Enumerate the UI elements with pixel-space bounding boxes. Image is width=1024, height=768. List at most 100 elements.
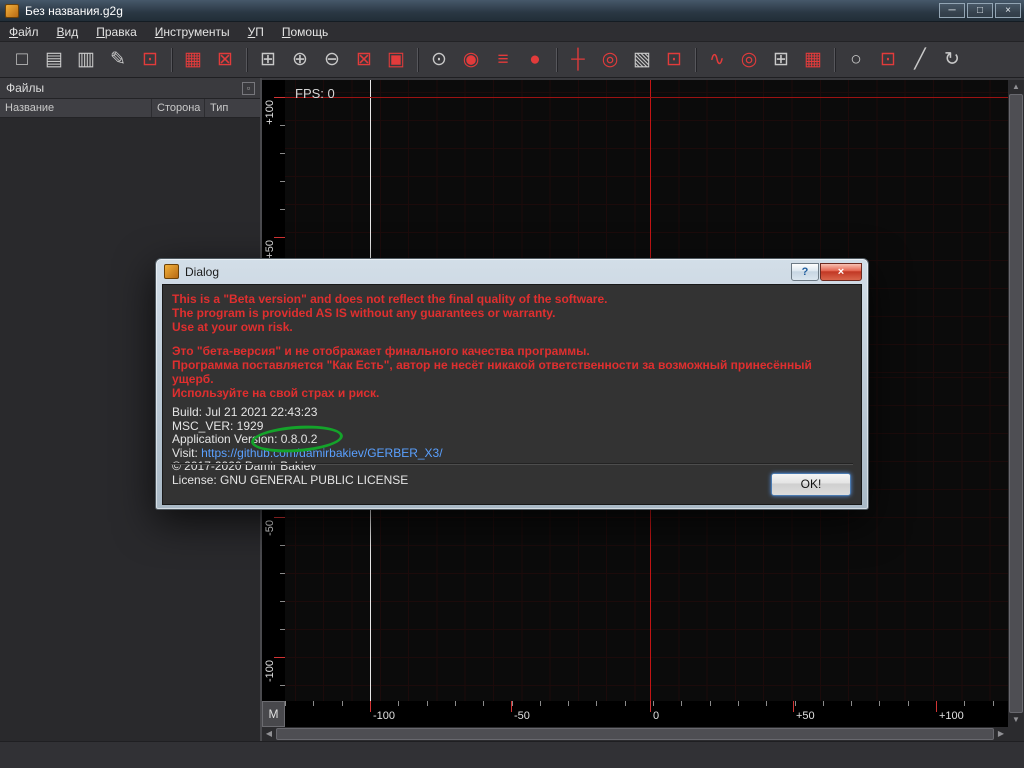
circle-tool-icon[interactable]: ○ <box>841 46 871 74</box>
beta-warning-en-line1: This is a "Beta version" and does not re… <box>172 292 608 306</box>
ruler-minor-tick <box>285 701 287 706</box>
column-header-side[interactable]: Сторона <box>152 99 205 117</box>
toolbar: □ ▤ ▥ ✎ ⊡ ▦ ⊠ ⊞ ⊕ ⊖ ⊠ ▣ ⊙ ◉ ≡ ● ┼ ◎ ▧ ⊡ ∿ ◎ ⊞ ▦ ○ ⊡ ╱ ↻ <box>0 42 1024 78</box>
menu-item-nc-program[interactable]: УП <box>239 22 273 42</box>
save-as-icon[interactable]: ✎ <box>103 46 133 74</box>
grid-icon[interactable]: ⊞ <box>766 46 796 74</box>
ruler-label: -100 <box>264 660 276 683</box>
app-version-line: Application Version: 0.8.0.2 <box>172 422 852 456</box>
column-header-type[interactable]: Тип <box>205 99 260 117</box>
titlebar[interactable]: Без названия.g2g ─ □ × <box>0 0 1024 22</box>
ruler-major-tick <box>793 701 794 712</box>
ruler-label: -50 <box>264 520 276 536</box>
minimize-button[interactable]: ─ <box>939 3 965 18</box>
zoom-in-icon[interactable]: ⊕ <box>285 46 315 74</box>
zoom-100-icon[interactable]: ⊠ <box>349 46 379 74</box>
scroll-down-icon[interactable]: ▼ <box>1008 713 1024 727</box>
dialog-titlebar[interactable]: Dialog ? × <box>162 259 862 284</box>
ruler-minor-tick <box>653 701 654 706</box>
zoom-fit-icon[interactable]: ⊞ <box>253 46 283 74</box>
menu-item-file[interactable]: Файл <box>0 22 48 42</box>
close-file-icon[interactable]: ⊡ <box>135 46 165 74</box>
pocket-icon[interactable]: ⊡ <box>659 46 689 74</box>
open-file-icon[interactable]: ▤ <box>39 46 69 74</box>
snap-icon[interactable]: ⊙ <box>424 46 454 74</box>
dialog-help-button[interactable]: ? <box>791 262 819 281</box>
ruler-major-tick <box>274 97 285 98</box>
new-file-icon[interactable]: □ <box>7 46 37 74</box>
files-panel-header[interactable]: Файлы ▫ <box>0 78 260 99</box>
panel-float-icon[interactable]: ▫ <box>242 81 255 95</box>
ruler-minor-tick <box>851 701 853 706</box>
close-button[interactable]: × <box>995 3 1021 18</box>
ruler-minor-tick <box>313 701 315 706</box>
drill-icon[interactable]: ◎ <box>595 46 625 74</box>
rect-tool-icon[interactable]: ⊡ <box>873 46 903 74</box>
menu-item-view[interactable]: Вид <box>48 22 88 42</box>
beta-warning-en-line3: Use at your own risk. <box>172 320 293 334</box>
line-tool-icon[interactable]: ╱ <box>905 46 935 74</box>
toolbar-separator <box>171 47 172 72</box>
window-title: Без названия.g2g <box>25 3 123 18</box>
ruler-minor-tick <box>964 701 966 706</box>
ruler-minor-tick <box>454 701 456 706</box>
statusbar <box>0 741 1024 768</box>
ruler-major-tick <box>274 517 285 518</box>
vertical-scrollbar-thumb[interactable] <box>1009 94 1023 713</box>
profile-icon[interactable]: ∿ <box>702 46 732 74</box>
ruler-major-tick <box>936 701 937 712</box>
app-version-value: 0.8.0.2 <box>249 422 344 456</box>
scrollbar-corner <box>1008 727 1024 741</box>
license-line: License: GNU GENERAL PUBLIC LICENSE <box>172 472 409 487</box>
visit-line: Visit: https://github.com/damirbakiev/GE… <box>172 446 852 461</box>
menu-item-tools[interactable]: Инструменты <box>146 22 239 42</box>
ruler-label: +100 <box>264 100 276 125</box>
scroll-left-icon[interactable]: ◀ <box>262 727 276 741</box>
dialog-content: This is a "Beta version" and does not re… <box>162 284 862 505</box>
horizontal-scrollbar-thumb[interactable] <box>276 728 994 740</box>
toolbar-separator <box>834 47 835 72</box>
voronoi-icon[interactable]: ◎ <box>734 46 764 74</box>
ruler-minor-tick <box>709 701 711 706</box>
toolbar-separator <box>417 47 418 72</box>
run-icon[interactable]: ◉ <box>456 46 486 74</box>
ruler-label: 0 <box>653 710 660 722</box>
units-toggle-button[interactable]: M <box>262 701 285 727</box>
export-icon[interactable]: ⊠ <box>210 46 240 74</box>
maximize-button[interactable]: □ <box>967 3 993 18</box>
zoom-selected-icon[interactable]: ▣ <box>381 46 411 74</box>
vertical-scrollbar[interactable]: ▲ ▼ <box>1008 80 1024 727</box>
beta-warning-ru-line2: Программа поставляется "Как Есть", автор… <box>172 358 812 386</box>
toolbar-separator <box>695 47 696 72</box>
dialog-title: Dialog <box>185 264 220 279</box>
ruler-minor-tick <box>992 701 994 706</box>
toolbar-separator <box>556 47 557 72</box>
ruler-minor-tick <box>737 701 739 706</box>
column-header-name[interactable]: Название <box>0 99 152 117</box>
ruler-label: +50 <box>264 240 276 259</box>
zoom-out-icon[interactable]: ⊖ <box>317 46 347 74</box>
scroll-right-icon[interactable]: ▶ <box>994 727 1008 741</box>
matrix-icon[interactable]: ▦ <box>798 46 828 74</box>
ok-button[interactable]: OK! <box>771 473 851 496</box>
print-icon[interactable]: ▦ <box>178 46 208 74</box>
rotate-icon[interactable]: ↻ <box>937 46 967 74</box>
about-dialog: Dialog ? × This is a "Beta version" and … <box>155 258 869 510</box>
report-icon[interactable]: ≡ <box>488 46 518 74</box>
files-panel-title: Файлы <box>6 81 45 95</box>
dialog-close-button[interactable]: × <box>820 262 862 281</box>
ruler-minor-tick <box>879 701 881 706</box>
ruler-label: +50 <box>796 710 815 722</box>
menu-item-help[interactable]: Помощь <box>273 22 337 42</box>
menu-item-edit[interactable]: Правка <box>87 22 146 42</box>
board-icon[interactable]: ▧ <box>627 46 657 74</box>
ruler-major-tick <box>370 701 371 712</box>
fps-counter: FPS: 0 <box>295 86 335 101</box>
thermal-icon[interactable]: ● <box>520 46 550 74</box>
save-icon[interactable]: ▥ <box>71 46 101 74</box>
scroll-up-icon[interactable]: ▲ <box>1008 80 1024 94</box>
github-link[interactable]: https://github.com/damirbakiev/GERBER_X3… <box>201 446 442 460</box>
horizontal-scrollbar[interactable]: ◀ ▶ <box>262 727 1008 741</box>
crosshair-icon[interactable]: ┼ <box>563 46 593 74</box>
ruler-label: +100 <box>939 710 964 722</box>
